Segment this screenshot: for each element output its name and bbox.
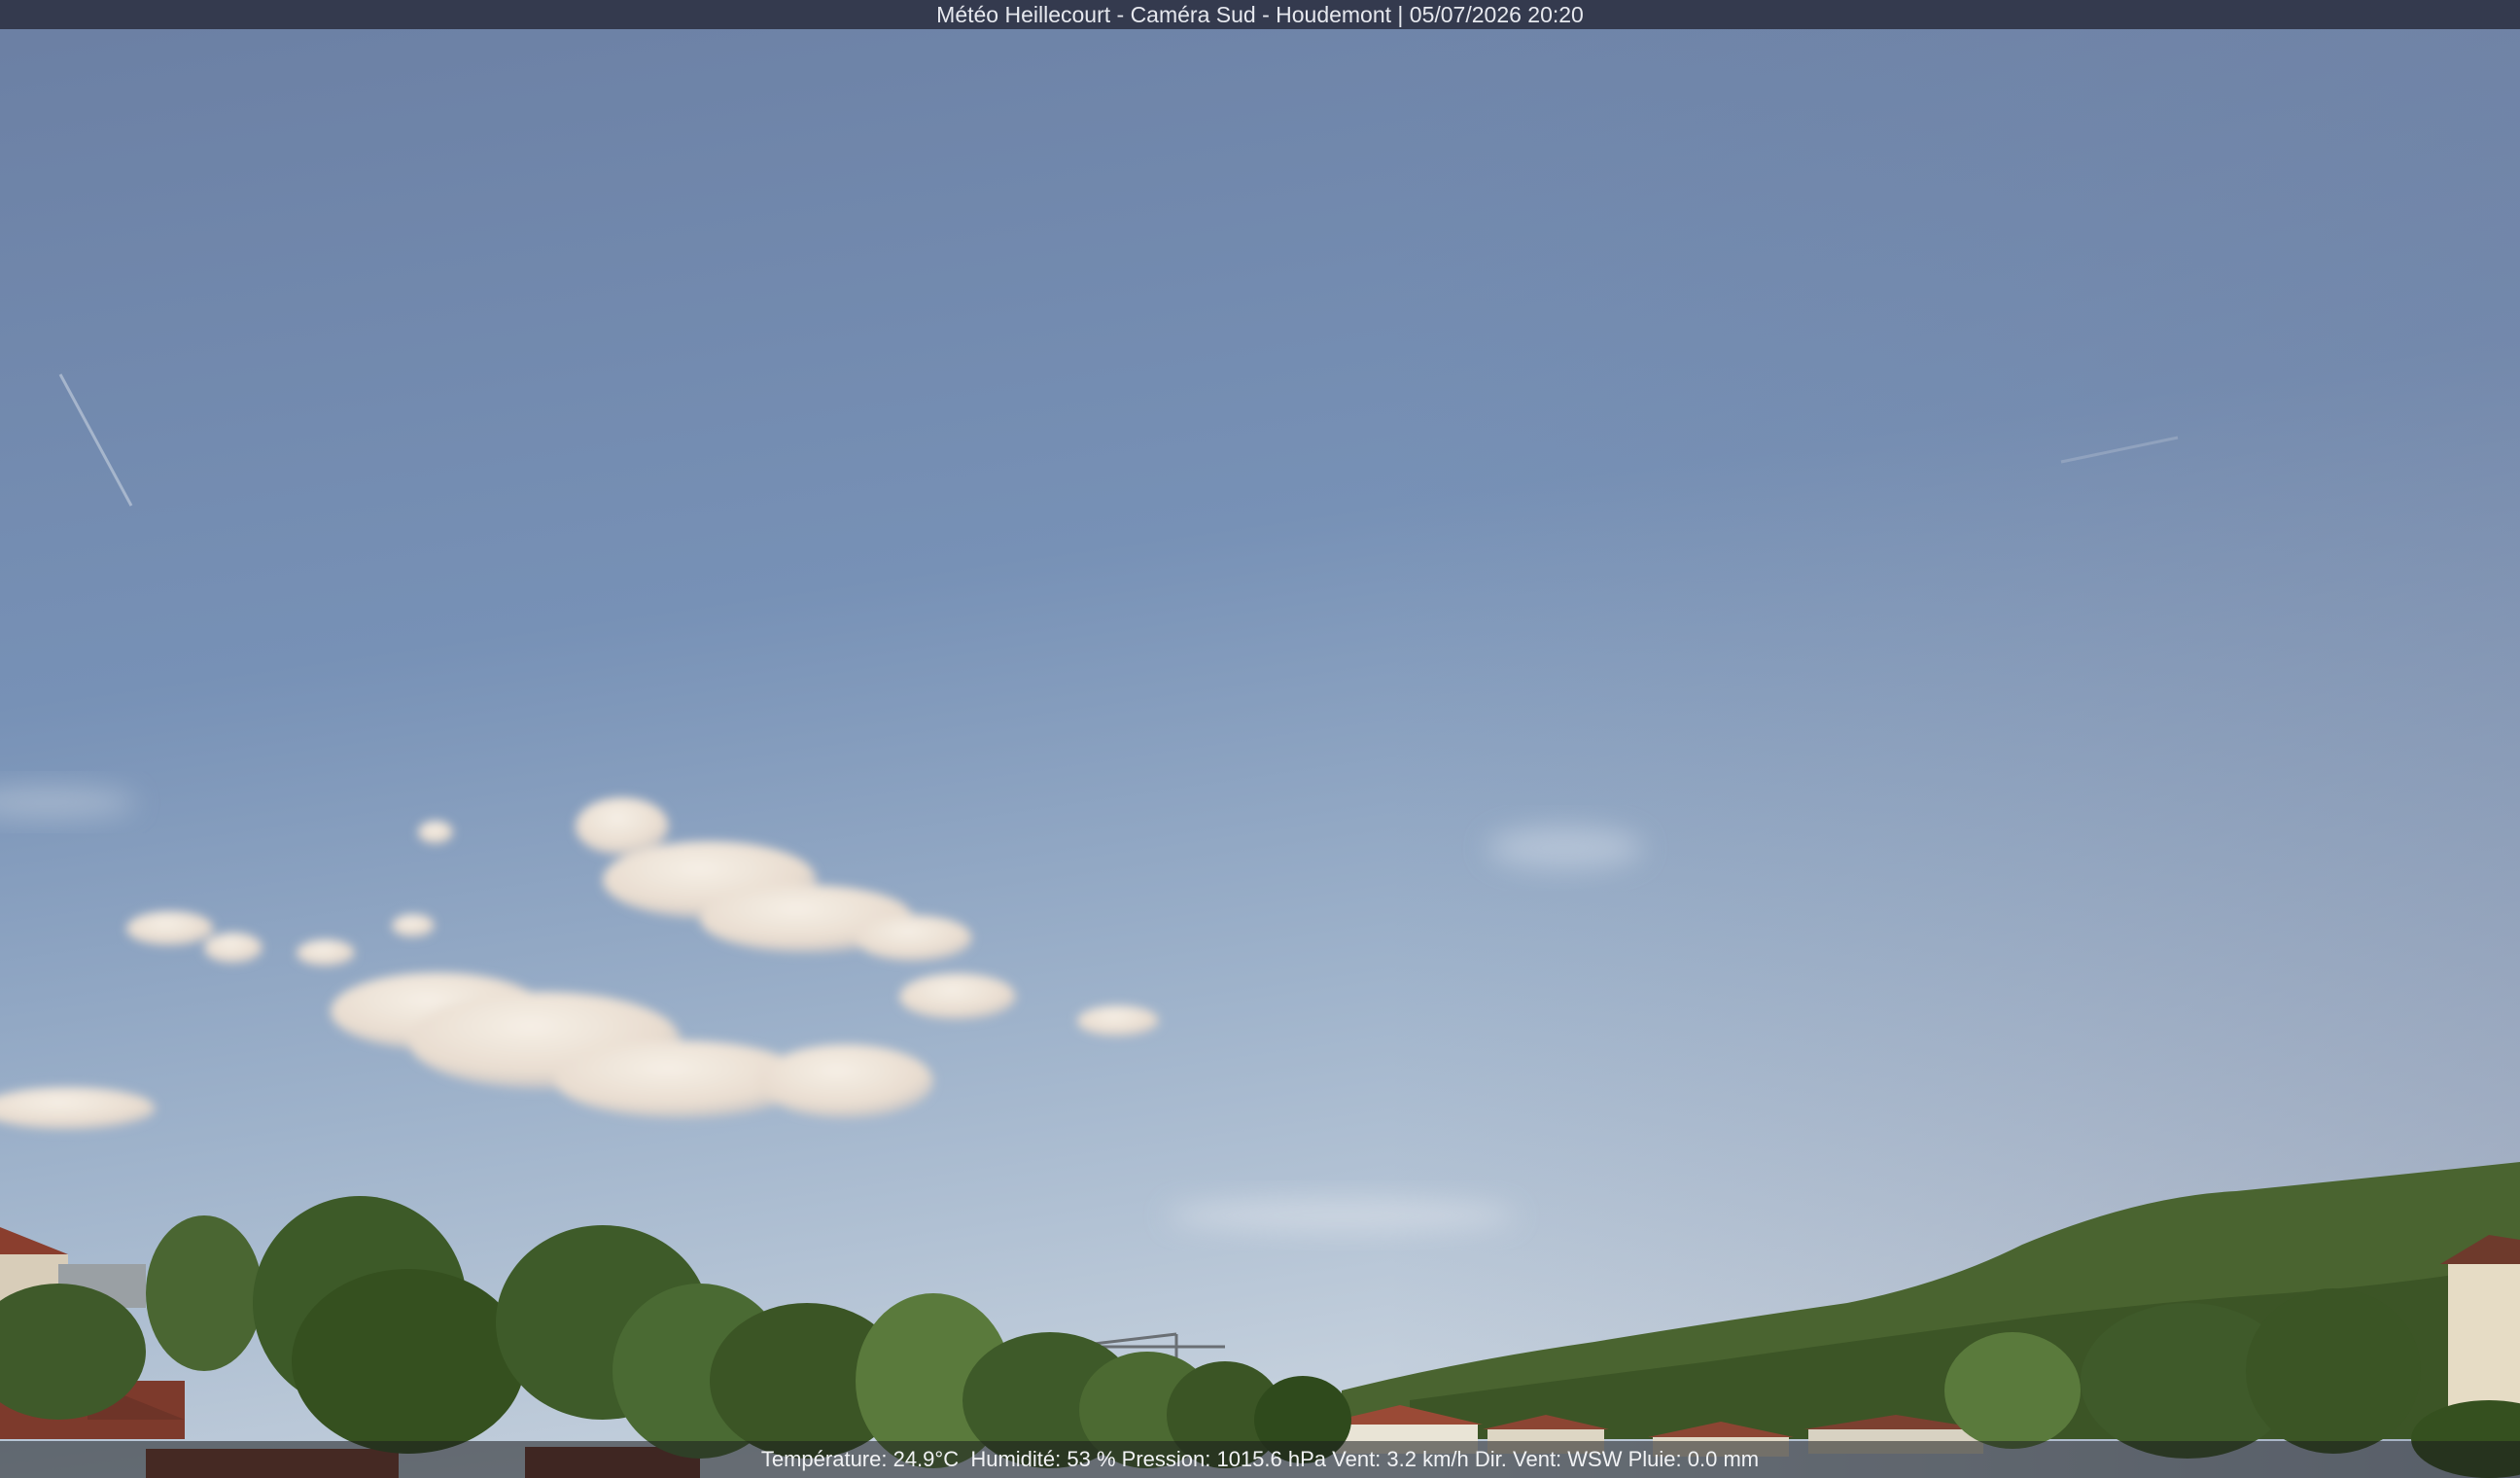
humidity-reading: Humidité: 53 %: [970, 1447, 1116, 1471]
pressure-reading: Pression: 1015.6 hPa: [1121, 1447, 1327, 1471]
title-overlay: Météo Heillecourt - Caméra Sud - Houdemo…: [0, 0, 2520, 29]
haze-cloud: [1488, 827, 1643, 869]
haze-cloud: [1167, 1198, 1517, 1233]
wind-speed-reading: Vent: 3.2 km/h: [1332, 1447, 1469, 1471]
temperature-reading: Température: 24.9°C: [760, 1447, 960, 1471]
wind-direction-reading: Dir. Vent: WSW: [1474, 1447, 1623, 1471]
rain-reading: Pluie: 0.0 mm: [1628, 1447, 1760, 1471]
webcam-scene: [0, 0, 2520, 1478]
camera-title: Météo Heillecourt - Caméra Sud - Houdemo…: [936, 2, 1584, 27]
weather-overlay: Température: 24.9°C Humidité: 53 % Press…: [0, 1441, 2520, 1478]
